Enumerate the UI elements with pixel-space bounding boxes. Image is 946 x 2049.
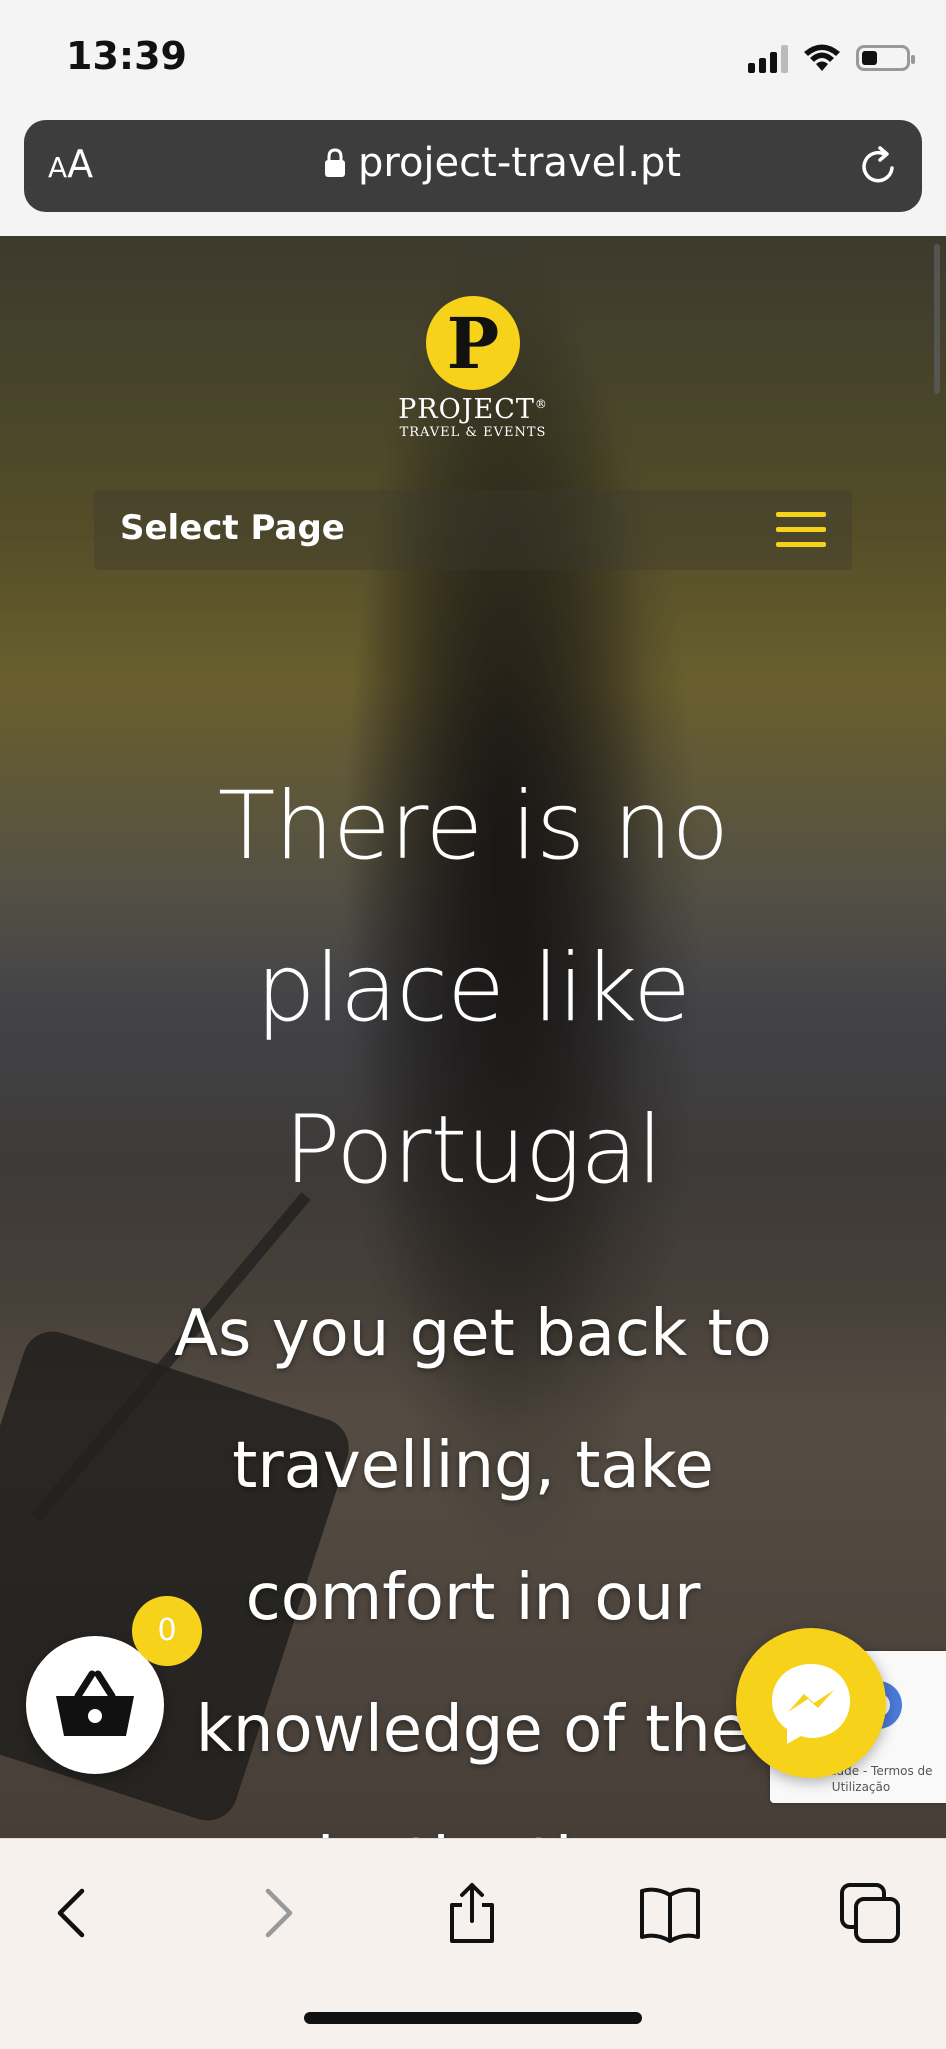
hero-title: There is no place like Portugal [217, 772, 729, 1205]
hamburger-menu-icon[interactable] [776, 512, 826, 550]
logo-badge: P [426, 296, 520, 390]
status-icons [748, 40, 915, 76]
web-page: P PROJECT® TRAVEL & EVENTS Select Page T… [0, 236, 946, 1838]
logo-name: PROJECT [398, 394, 535, 425]
cellular-signal-icon [748, 43, 788, 73]
text-size-small-label: A [48, 151, 68, 184]
back-icon[interactable] [42, 1881, 106, 1945]
select-page-label: Select Page [120, 508, 345, 548]
logo-registered-mark: ® [534, 397, 548, 411]
status-bar: 13:39 [0, 0, 946, 116]
text-size-large-label: A [67, 142, 94, 186]
messenger-button[interactable] [736, 1628, 886, 1778]
share-icon[interactable] [440, 1881, 504, 1945]
lock-icon [325, 148, 345, 177]
site-logo[interactable]: P PROJECT® TRAVEL & EVENTS [0, 296, 946, 440]
forward-icon[interactable] [244, 1881, 308, 1945]
home-indicator [304, 2012, 642, 2024]
hero-subtitle: As you get back to travelling, take comf… [174, 1297, 772, 1838]
tabs-icon[interactable] [838, 1881, 902, 1945]
url-bar[interactable]: AA project-travel.pt [24, 120, 922, 212]
wifi-icon [804, 44, 840, 71]
logo-letter: P [446, 302, 500, 385]
reload-icon[interactable] [856, 144, 900, 188]
cart-count-badge: 0 [132, 1596, 202, 1666]
select-page-dropdown[interactable]: Select Page [94, 490, 852, 570]
messenger-icon [772, 1664, 850, 1744]
status-time: 13:39 [66, 34, 187, 78]
address-field[interactable]: project-travel.pt [324, 140, 681, 186]
shopping-basket-icon [56, 1670, 134, 1736]
url-text: project-travel.pt [358, 140, 682, 186]
logo-name-line: PROJECT® [0, 394, 946, 425]
text-size-button[interactable]: AA [48, 142, 93, 186]
bookmarks-icon[interactable] [638, 1881, 702, 1945]
battery-icon [856, 45, 915, 71]
logo-tagline: TRAVEL & EVENTS [399, 425, 547, 440]
